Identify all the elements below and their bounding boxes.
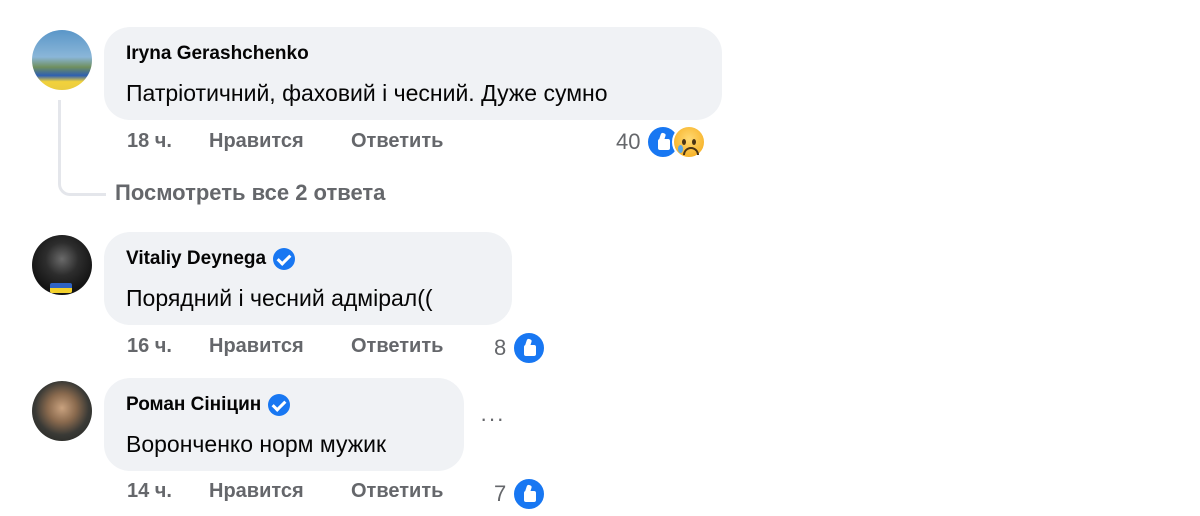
avatar-roman-sinitsyn[interactable] bbox=[32, 381, 92, 441]
comment-actions: 18 ч. Нравится Ответить bbox=[127, 130, 443, 153]
comment-author[interactable]: Iryna Gerashchenko bbox=[126, 42, 700, 66]
comment-actions: 16 ч. Нравится Ответить bbox=[127, 335, 443, 358]
reaction-count: 7 bbox=[494, 481, 507, 506]
reply-button[interactable]: Ответить bbox=[351, 130, 443, 153]
author-name[interactable]: Iryna Gerashchenko bbox=[126, 42, 309, 66]
comment-author[interactable]: Роман Сініцин bbox=[126, 393, 442, 417]
flag-badge bbox=[50, 283, 72, 293]
verified-badge-icon bbox=[268, 394, 291, 416]
avatar-iryna-gerashchenko[interactable] bbox=[32, 30, 92, 90]
sad-icon bbox=[672, 125, 707, 159]
like-icon bbox=[512, 477, 547, 511]
comment-bubble: Iryna Gerashchenko Патріотичний, фаховий… bbox=[104, 27, 722, 120]
reaction-summary[interactable]: 7 bbox=[494, 477, 547, 511]
comment-author[interactable]: Vitaliy Deynega bbox=[126, 247, 490, 271]
view-replies-link[interactable]: Посмотреть все 2 ответа bbox=[115, 180, 385, 206]
comment-text: Порядний і чесний адмірал(( bbox=[126, 285, 433, 311]
reaction-summary[interactable]: 8 bbox=[494, 331, 547, 365]
comment-actions: 14 ч. Нравится Ответить bbox=[127, 480, 443, 503]
comment-timestamp[interactable]: 18 ч. bbox=[127, 130, 209, 153]
reaction-count: 40 bbox=[616, 129, 641, 154]
author-name[interactable]: Vitaliy Deynega bbox=[126, 247, 266, 271]
reaction-count: 8 bbox=[494, 335, 507, 360]
comment-text: Воронченко норм мужик bbox=[126, 431, 387, 457]
reply-button[interactable]: Ответить bbox=[351, 480, 443, 503]
comment-bubble: Роман Сініцин Воронченко норм мужик bbox=[104, 378, 464, 471]
reaction-summary[interactable]: 40 bbox=[616, 125, 707, 159]
comment-timestamp[interactable]: 14 ч. bbox=[127, 480, 209, 503]
like-button[interactable]: Нравится bbox=[209, 480, 351, 503]
avatar-vitaliy-deynega[interactable] bbox=[32, 235, 92, 295]
comment-timestamp[interactable]: 16 ч. bbox=[127, 335, 209, 358]
like-button[interactable]: Нравится bbox=[209, 335, 351, 358]
comment-bubble: Vitaliy Deynega Порядний і чесний адміра… bbox=[104, 232, 512, 325]
verified-badge-icon bbox=[273, 248, 296, 270]
thread-connector bbox=[58, 100, 106, 196]
author-name[interactable]: Роман Сініцин bbox=[126, 393, 261, 417]
like-button[interactable]: Нравится bbox=[209, 130, 351, 153]
more-options-icon[interactable]: ··· bbox=[480, 408, 505, 430]
reply-button[interactable]: Ответить bbox=[351, 335, 443, 358]
like-icon bbox=[512, 331, 547, 365]
comment-text: Патріотичний, фаховий і чесний. Дуже сум… bbox=[126, 80, 608, 106]
